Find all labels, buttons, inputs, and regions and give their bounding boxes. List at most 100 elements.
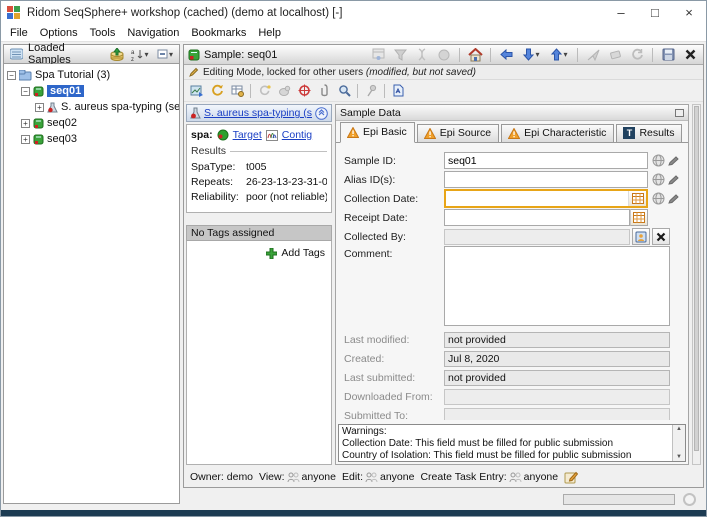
add-tags-label: Add Tags	[281, 247, 325, 259]
status-strip	[183, 488, 704, 510]
globe-icon[interactable]	[652, 173, 665, 186]
add-tags-button[interactable]: Add Tags	[187, 247, 325, 259]
app-window: Ridom SeqSphere+ workshop (cached) (demo…	[0, 0, 707, 517]
target-icon[interactable]	[295, 83, 313, 99]
menu-tools[interactable]: Tools	[84, 25, 122, 42]
tree-item-seq02[interactable]: + seq02	[21, 115, 179, 131]
sample-tree: − Spa Tutorial (3) − seq01 + S. aureus s…	[3, 64, 180, 504]
results-separator: Results	[191, 145, 327, 157]
sort-icon[interactable]: az ▾	[129, 46, 151, 62]
menu-file[interactable]: File	[4, 25, 34, 42]
clear-disabled-icon	[606, 47, 624, 63]
restore-panel-icon[interactable]	[675, 109, 684, 117]
permissions-footer: Owner: demo View: anyone Edit: anyone Cr…	[184, 467, 703, 487]
collapse-expander-icon[interactable]: −	[21, 87, 30, 96]
menu-help[interactable]: Help	[252, 25, 287, 42]
tree-item-seq03[interactable]: + seq03	[21, 131, 179, 147]
form-scrollbar[interactable]	[692, 104, 701, 465]
collapse-task-icon[interactable]	[315, 107, 328, 120]
contig-link[interactable]: Contig	[282, 129, 312, 141]
clear-field-button[interactable]	[652, 228, 670, 245]
expand-expander-icon[interactable]: +	[35, 103, 44, 112]
back-arrow-icon[interactable]	[497, 47, 515, 63]
collapse-expander-icon[interactable]: −	[7, 71, 16, 80]
home-icon[interactable]	[466, 47, 484, 63]
svg-text:z: z	[131, 57, 134, 61]
loaded-samples-title: Loaded Samples	[28, 42, 102, 66]
alias-ids-input[interactable]	[444, 171, 648, 188]
task-link[interactable]: S. aureus spa-typing (seq01)	[204, 107, 312, 119]
calendar-button[interactable]	[628, 191, 646, 206]
receipt-date-input[interactable]	[444, 209, 630, 226]
warnings-box: Warnings: Collection Date: This field mu…	[338, 424, 686, 462]
report-doc-icon[interactable]	[389, 83, 407, 99]
expand-expander-icon[interactable]: +	[21, 119, 30, 128]
owner-label: Owner: demo	[190, 471, 253, 483]
comment-textarea[interactable]	[444, 246, 670, 326]
pen-icon[interactable]	[667, 155, 680, 167]
editing-mode-bar: Editing Mode, locked for other users (mo…	[184, 65, 703, 80]
save-icon[interactable]	[659, 47, 677, 63]
export-image-icon[interactable]	[188, 83, 206, 99]
down-arrow-icon[interactable]: ▾	[519, 47, 543, 63]
sample-id-input[interactable]	[444, 152, 648, 169]
close-sample-icon[interactable]	[681, 47, 699, 63]
sample-data-tabs: Epi Basic Epi Source Epi Characteristic	[336, 121, 688, 143]
scroll-up-icon[interactable]: ▲	[676, 426, 682, 432]
menu-options[interactable]: Options	[34, 25, 84, 42]
pen-icon[interactable]	[667, 193, 680, 205]
collapse-all-icon[interactable]: ▾	[154, 46, 176, 62]
expand-expander-icon[interactable]: +	[21, 135, 30, 144]
target-link[interactable]: Target	[233, 129, 262, 141]
last-submitted-row: Last submitted: not provided	[344, 368, 682, 387]
tab-epi-basic[interactable]: Epi Basic	[340, 122, 415, 143]
attachment-icon[interactable]	[315, 83, 333, 99]
send-disabled-icon	[584, 47, 602, 63]
task-header: S. aureus spa-typing (seq01)	[186, 104, 332, 122]
pencil-icon	[189, 67, 199, 77]
collection-date-input[interactable]	[446, 191, 628, 206]
collection-date-row: Collection Date:	[344, 189, 682, 208]
reliability-row: Reliability:poor (not reliable)	[191, 191, 327, 203]
tab-epi-characteristic[interactable]: Epi Characteristic	[501, 124, 614, 142]
tree-spa-typing-label: S. aureus spa-typing (seq01)	[61, 101, 180, 113]
tab-results[interactable]: T Results	[616, 124, 682, 142]
tab-epi-source[interactable]: Epi Source	[417, 124, 499, 142]
tree-root-label: Spa Tutorial (3)	[35, 69, 110, 81]
up-arrow-caret-icon: ▾	[563, 50, 567, 59]
loaded-samples-header: Loaded Samples az ▾ ▾	[3, 44, 180, 64]
menu-bookmarks[interactable]: Bookmarks	[185, 25, 252, 42]
maximize-button[interactable]: □	[638, 1, 672, 25]
menu-navigation[interactable]: Navigation	[121, 25, 185, 42]
globe-icon[interactable]	[652, 154, 665, 167]
up-arrow-icon[interactable]: ▾	[547, 47, 571, 63]
edit-permissions-icon[interactable]	[564, 471, 578, 484]
close-button[interactable]: ×	[672, 1, 706, 25]
pen-icon[interactable]	[667, 174, 680, 186]
results-title: Results	[191, 145, 226, 157]
tree-item-spa-typing[interactable]: + S. aureus spa-typing (seq01)	[35, 99, 179, 115]
recalculate-icon[interactable]	[208, 83, 226, 99]
collected-by-row: Collected By:	[344, 227, 682, 246]
address-book-button[interactable]	[632, 228, 650, 245]
calendar-button[interactable]	[630, 209, 648, 226]
list-icon	[7, 46, 25, 62]
sample-content: S. aureus spa-typing (seq01) spa: Target…	[184, 102, 703, 467]
minimize-button[interactable]: –	[604, 1, 638, 25]
tab-label: Epi Source	[440, 127, 491, 139]
globe-icon[interactable]	[652, 192, 665, 205]
search-database-icon[interactable]	[335, 83, 353, 99]
submitted-to-row: Submitted To:	[344, 406, 682, 420]
comment-label: Comment:	[344, 246, 444, 260]
progress-bar	[563, 494, 675, 505]
warnings-scrollbar[interactable]: ▲ ▼	[672, 425, 685, 461]
scroll-down-icon[interactable]: ▼	[676, 454, 682, 460]
task-value: anyone	[524, 471, 558, 483]
tree-item-seq01[interactable]: − seq01	[21, 83, 179, 99]
import-samples-icon[interactable]	[108, 46, 126, 62]
table-save-icon[interactable]	[228, 83, 246, 99]
tree-item-root[interactable]: − Spa Tutorial (3)	[7, 67, 179, 83]
sample-toolbar	[184, 80, 703, 102]
editing-mode-text: Editing Mode, locked for other users (mo…	[203, 67, 476, 78]
scrollbar-thumb[interactable]	[694, 106, 699, 451]
